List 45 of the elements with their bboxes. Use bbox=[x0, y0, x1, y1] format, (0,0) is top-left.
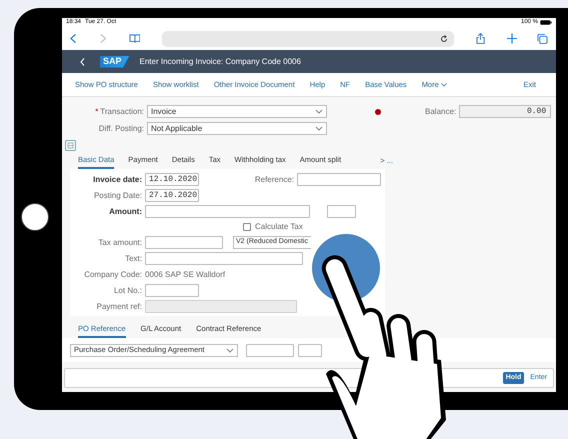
field-label: Payment ref: bbox=[96, 300, 142, 312]
chevron-down-icon bbox=[226, 348, 234, 352]
book-icon[interactable] bbox=[128, 33, 140, 44]
invoice-date-field[interactable]: 12.10.2020 bbox=[145, 173, 199, 186]
amount-field[interactable] bbox=[145, 205, 310, 218]
reload-icon[interactable] bbox=[440, 34, 448, 42]
field-label: Transaction: bbox=[100, 106, 144, 118]
chevron-down-icon bbox=[315, 126, 323, 131]
home-button[interactable] bbox=[21, 203, 49, 231]
plus-icon[interactable] bbox=[507, 33, 518, 44]
share-icon[interactable] bbox=[476, 32, 486, 45]
lot-number-field[interactable] bbox=[145, 284, 199, 297]
field-label: Amount: bbox=[109, 206, 142, 218]
calculate-tax-checkbox[interactable] bbox=[243, 223, 251, 231]
posting-date-field[interactable]: 27.10.2020 bbox=[145, 189, 199, 202]
balance-field: 0.00 bbox=[459, 105, 552, 118]
back-icon[interactable] bbox=[70, 33, 76, 44]
checkbox-label: Calculate Tax bbox=[255, 221, 303, 233]
reference-field[interactable] bbox=[297, 173, 381, 186]
currency-field[interactable] bbox=[327, 205, 356, 218]
tax-amount-field[interactable] bbox=[145, 236, 223, 249]
forward-icon[interactable] bbox=[100, 33, 107, 44]
order-number-field[interactable] bbox=[246, 344, 294, 356]
tabs-icon[interactable] bbox=[537, 32, 548, 44]
item-field[interactable] bbox=[298, 344, 322, 356]
field-label: Diff. Posting: bbox=[98, 122, 144, 134]
field-label: Company Code: bbox=[84, 268, 142, 280]
transaction-select[interactable]: Invoice bbox=[147, 105, 327, 118]
field-label: Reference: bbox=[254, 174, 294, 186]
diff-posting-select[interactable]: Not Applicable bbox=[147, 122, 327, 135]
chevron-down-icon bbox=[315, 109, 323, 114]
chevron-down-icon bbox=[440, 82, 447, 86]
field-label: Lot No.: bbox=[114, 284, 142, 296]
field-label: Posting Date: bbox=[94, 190, 142, 202]
battery-icon bbox=[540, 20, 552, 25]
app-title: Enter Incoming Invoice: Company Code 0006 bbox=[140, 56, 301, 68]
form-icon[interactable] bbox=[65, 140, 76, 151]
sap-logo: SAP bbox=[100, 56, 130, 68]
company-code-value: 0006 SAP SE Walldorf bbox=[145, 268, 226, 280]
field-label: Tax amount: bbox=[98, 236, 142, 248]
field-label: Balance: bbox=[425, 106, 456, 118]
required-mark: * bbox=[95, 106, 98, 118]
text-field[interactable] bbox=[145, 252, 303, 265]
field-label: Text: bbox=[125, 252, 142, 264]
field-label: Invoice date: bbox=[93, 174, 142, 186]
